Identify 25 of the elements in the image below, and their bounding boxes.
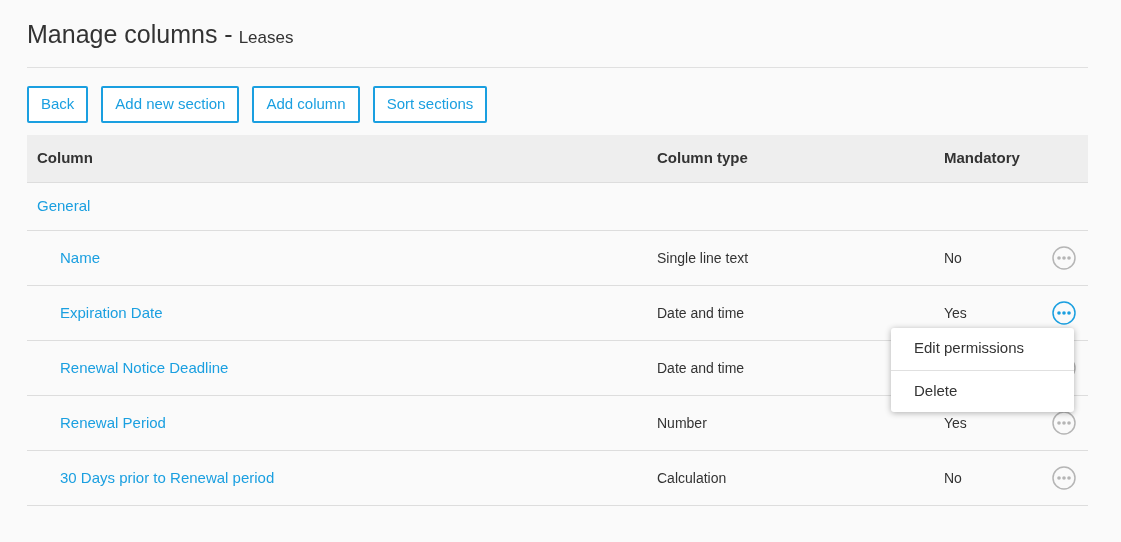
column-header: Column <box>36 147 94 168</box>
column-name-link[interactable]: Renewal Notice Deadline <box>60 358 229 376</box>
column-name-link[interactable]: Expiration Date <box>60 303 163 321</box>
toolbar-button[interactable]: Add new section <box>101 85 240 123</box>
column-header: Mandatory <box>944 147 1021 168</box>
toolbar-button[interactable]: Back <box>27 85 89 123</box>
toolbar-button[interactable]: Add column <box>252 85 360 123</box>
mandatory-value: Yes <box>944 414 967 431</box>
column-type: Date and time <box>657 359 745 376</box>
mandatory-value: Yes <box>944 304 967 321</box>
section-link[interactable]: General <box>27 194 91 218</box>
column-header: Column type <box>657 147 749 168</box>
toolbar-button[interactable]: Sort sections <box>372 85 488 123</box>
mandatory-value: No <box>944 249 962 266</box>
column-type: Calculation <box>657 469 727 486</box>
column-name-link[interactable]: Name <box>60 248 100 266</box>
column-type: Single line text <box>657 249 749 266</box>
column-name-link[interactable]: Renewal Period <box>60 413 166 431</box>
column-type: Number <box>657 414 707 431</box>
page-title: Manage columns - <box>27 19 233 50</box>
page-subtitle: Leases <box>238 27 294 49</box>
mandatory-value: No <box>944 469 962 486</box>
column-name-link[interactable]: 30 Days prior to Renewal period <box>60 468 275 486</box>
column-type: Date and time <box>657 304 745 321</box>
menu-item[interactable]: Delete <box>891 369 1074 412</box>
